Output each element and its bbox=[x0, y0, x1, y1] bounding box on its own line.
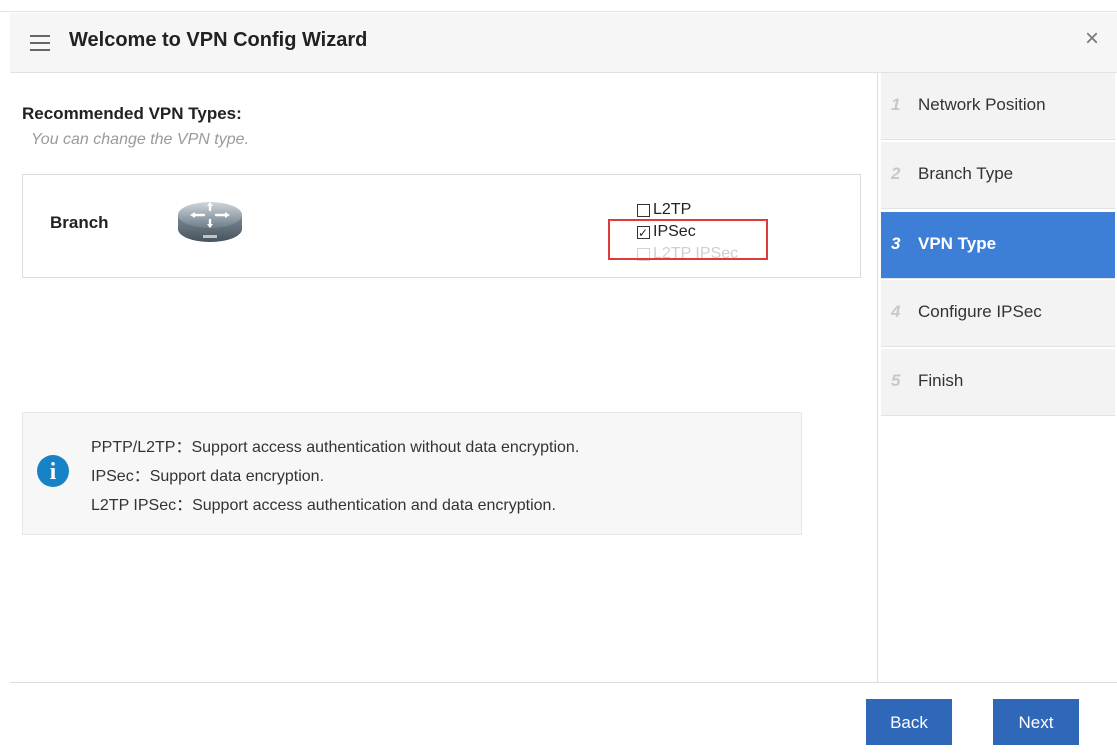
l2tp-checkbox[interactable] bbox=[637, 203, 650, 217]
router-icon bbox=[178, 202, 242, 242]
info-line-ipsec: IPSec：Support data encryption. bbox=[91, 468, 325, 485]
step-finish[interactable]: 5 Finish bbox=[881, 349, 1115, 416]
step-number: 2 bbox=[891, 164, 901, 183]
top-border bbox=[0, 0, 1117, 12]
step-branch-type[interactable]: 2 Branch Type bbox=[881, 142, 1115, 209]
menu-icon[interactable] bbox=[30, 35, 50, 51]
step-number: 3 bbox=[891, 234, 901, 253]
selection-highlight bbox=[608, 219, 768, 260]
step-configure-ipsec[interactable]: 4 Configure IPSec bbox=[881, 280, 1115, 347]
main-panel: Recommended VPN Types: You can change th… bbox=[10, 73, 877, 682]
option-l2tp[interactable]: L2TP bbox=[637, 199, 738, 221]
step-label: VPN Type bbox=[918, 234, 997, 253]
section-title: Recommended VPN Types: bbox=[22, 104, 242, 123]
step-label: Finish bbox=[918, 371, 964, 390]
step-label: Network Position bbox=[918, 95, 1046, 114]
close-icon[interactable]: × bbox=[1085, 27, 1099, 51]
next-button[interactable]: Next bbox=[993, 699, 1079, 745]
info-line-l2tp-ipsec: L2TP IPSec：Support access authentication… bbox=[91, 497, 556, 514]
branch-label: Branch bbox=[50, 213, 109, 232]
steps-sidebar: 1 Network Position 2 Branch Type 3 VPN T… bbox=[877, 73, 1117, 682]
info-icon: i bbox=[37, 455, 69, 487]
info-box: i PPTP/L2TP：Support access authenticatio… bbox=[22, 412, 802, 535]
wizard-title: Welcome to VPN Config Wizard bbox=[69, 29, 368, 51]
step-network-position[interactable]: 1 Network Position bbox=[881, 73, 1115, 140]
wizard-header: Welcome to VPN Config Wizard × bbox=[10, 13, 1117, 73]
wizard-footer: Back Next bbox=[10, 682, 1117, 754]
step-label: Branch Type bbox=[918, 164, 1014, 183]
step-number: 1 bbox=[891, 95, 901, 114]
section-subtitle: You can change the VPN type. bbox=[31, 131, 249, 148]
step-number: 5 bbox=[891, 371, 901, 390]
step-label: Configure IPSec bbox=[918, 302, 1042, 321]
step-number: 4 bbox=[891, 302, 901, 321]
branch-vpn-box: Branch L2TP ✓ IPSec L2TP IPSec bbox=[22, 174, 861, 278]
back-button[interactable]: Back bbox=[866, 699, 952, 745]
step-vpn-type[interactable]: 3 VPN Type bbox=[881, 212, 1115, 279]
info-line-pptp: PPTP/L2TP：Support access authentication … bbox=[91, 439, 580, 456]
l2tp-label: L2TP bbox=[653, 201, 692, 218]
